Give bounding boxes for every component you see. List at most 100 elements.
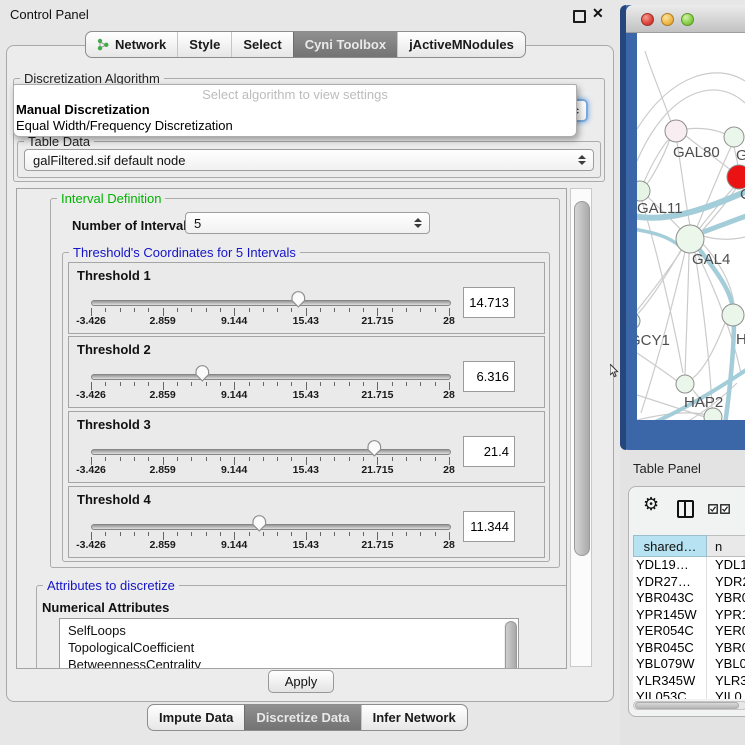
table-row[interactable]: YBL079WYBL0 [633,656,745,673]
slider-tick [105,308,106,312]
control-panel-title: Control Panel [10,7,89,22]
column-header-n[interactable]: n [707,535,745,557]
network-node-gal80[interactable] [665,120,687,142]
bottom-tabbar: Impute DataDiscretize DataInfer Network [147,704,468,731]
attributes-group-title: Attributes to discretize [43,578,179,593]
panel-scrollbar-thumb[interactable] [574,201,590,556]
zoom-traffic-light-icon[interactable] [681,13,694,26]
network-edge [695,253,712,408]
slider-tick-label: 28 [443,464,455,476]
minimize-traffic-light-icon[interactable] [661,13,674,26]
table-data-value: galFiltered.sif default node [33,153,185,168]
select-columns-icons[interactable] [708,504,730,514]
threshold-value-field[interactable]: 14.713 [463,287,515,318]
slider-tick [148,532,149,536]
slider-tick [334,532,335,536]
table-row[interactable]: YBR043CYBR0 [633,590,745,607]
column-header-shared[interactable]: shared… [633,535,707,557]
slider-tick [392,457,393,461]
tab-jactivemnodules[interactable]: jActiveMNodules [397,32,525,57]
slider-thumb[interactable] [366,439,383,458]
tab-style[interactable]: Style [177,32,231,57]
table-row[interactable]: YPR145WYPR1 [633,607,745,624]
dropdown-option-manual-discretization[interactable]: Manual Discretization [14,102,576,118]
network-node-g[interactable] [724,127,744,147]
slider-tick [191,457,192,461]
table-data-combobox[interactable]: galFiltered.sif default node [24,149,594,171]
threshold-value-field[interactable]: 6.316 [463,361,515,392]
tab-infer-network[interactable]: Infer Network [361,705,467,730]
threshold-label: Threshold 4 [77,492,151,507]
slider-track[interactable] [91,524,451,530]
slider-track[interactable] [91,374,451,380]
network-canvas[interactable]: GAL80GCGAL11GAL4GCY1HHAP2 [637,33,745,420]
table-panel-box: ⚙ shared…n YDL19…YDL1YDR27…YDR2YBR043CYB… [628,486,745,717]
slider-tick [191,382,192,386]
network-node-gcy1[interactable] [637,313,640,329]
slider-tick [120,457,121,461]
combo-stepper-icon [414,218,422,228]
slider-tick [206,532,207,536]
tab-network[interactable]: Network [86,32,177,57]
slider-tick [420,532,421,536]
slider-tick-label: 2.859 [149,315,175,327]
slider-tick [334,457,335,461]
slider-tick [134,532,135,536]
slider-tick [277,457,278,461]
close-icon[interactable]: ✕ [592,5,604,22]
network-edge [703,236,745,239]
slider-tick-label: 28 [443,389,455,401]
network-node-gal4[interactable] [676,225,704,253]
numerical-attributes-list[interactable]: SelfLoopsTopologicalCoefficientBetweenne… [59,618,519,669]
slider-tick [277,532,278,536]
table-row[interactable]: YLR345WYLR3 [633,673,745,690]
table-row[interactable]: YIL053CYIL0 [633,689,745,699]
dropdown-option-equal-width-frequency-discretization[interactable]: Equal Width/Frequency Discretization [14,118,576,134]
slider-track[interactable] [91,449,451,455]
control-panel-tabbar: NetworkStyleSelectCyni ToolboxjActiveMNo… [85,31,526,58]
slider-tick-label: 15.43 [293,389,319,401]
apply-button[interactable]: Apply [268,670,334,693]
table-row[interactable]: YDL19…YDL1 [633,557,745,574]
attribute-item-betweennesscentrality[interactable]: BetweennessCentrality [60,656,518,669]
slider-thumb[interactable] [194,364,211,383]
float-window-icon[interactable] [573,10,586,23]
horizontal-scrollbar-thumb[interactable] [635,702,739,709]
panel-scrollbar-track[interactable] [570,188,592,667]
algorithm-dropdown-popup: Select algorithm to view settings Manual… [13,84,577,137]
gear-icon[interactable]: ⚙ [643,495,659,513]
slider-tick [263,308,264,312]
slider-tick [349,457,350,461]
tab-discretize-data[interactable]: Discretize Data [244,705,360,730]
slider-tick [177,382,178,386]
slider-tick [206,457,207,461]
attribute-item-selfloops[interactable]: SelfLoops [60,622,518,639]
attribute-item-topologicalcoefficient[interactable]: TopologicalCoefficient [60,639,518,656]
tab-cyni-toolbox[interactable]: Cyni Toolbox [293,32,397,57]
table-row[interactable]: YBR045CYBR0 [633,640,745,657]
slider-tick [392,382,393,386]
slider-tick [291,532,292,536]
threshold-value-field[interactable]: 21.4 [463,436,515,467]
columns-icon[interactable] [677,500,694,518]
slider-tick-label: 21.715 [361,389,393,401]
slider-tick [191,532,192,536]
table-row[interactable]: YER054CYER0 [633,623,745,640]
slider-tick [334,308,335,312]
network-node-h[interactable] [722,304,744,326]
tab-impute-data[interactable]: Impute Data [148,705,244,730]
number-of-intervals-combobox[interactable]: 5 [185,212,430,234]
network-graph: GAL80GCGAL11GAL4GCY1HHAP2 [637,33,745,420]
slider-thumb[interactable] [290,290,307,309]
slider-thumb[interactable] [251,514,268,533]
horizontal-scrollbar-track[interactable] [633,701,745,710]
close-traffic-light-icon[interactable] [641,13,654,26]
tab-select[interactable]: Select [231,32,292,57]
table-row[interactable]: YDR27…YDR2 [633,574,745,591]
network-node-hap2[interactable] [676,375,694,393]
network-node-gal11[interactable] [637,181,650,201]
threshold-value-field[interactable]: 11.344 [463,511,515,542]
slider-track[interactable] [91,300,451,306]
list-scrollbar[interactable] [504,621,516,669]
slider-tick-label: 28 [443,539,455,551]
